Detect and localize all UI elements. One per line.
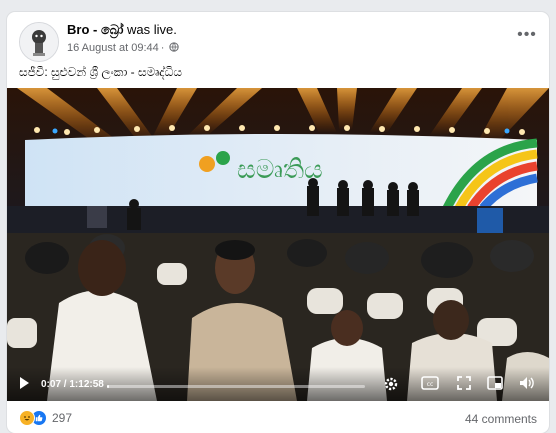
settings-icon[interactable] xyxy=(383,376,399,397)
duration: 1:12:58 xyxy=(69,379,104,390)
globe-icon xyxy=(169,42,180,55)
play-icon[interactable] xyxy=(17,376,31,395)
post-date[interactable]: 16 August at 09:44 xyxy=(67,42,159,54)
more-options-button[interactable]: ••• xyxy=(515,27,539,48)
post-footer: 297 44 comments xyxy=(7,401,549,433)
video-player[interactable]: සමෘතිය 0:07 / 1:12:58 cc xyxy=(7,88,549,401)
fullscreen-icon[interactable] xyxy=(457,376,471,395)
avatar[interactable] xyxy=(19,22,59,62)
live-post-card: Bro - බ්‍රෝ was live. 16 August at 09:44… xyxy=(7,12,549,433)
svg-text:cc: cc xyxy=(427,381,434,388)
volume-icon[interactable] xyxy=(519,376,535,395)
haha-reaction-icon xyxy=(19,410,35,426)
current-time: 0:07 xyxy=(41,379,62,390)
miniplayer-icon[interactable] xyxy=(487,376,503,395)
author-line: Bro - බ්‍රෝ was live. xyxy=(67,22,177,38)
progress-fill xyxy=(107,385,109,388)
video-frame: සමෘතිය xyxy=(7,88,549,401)
comments-count[interactable]: 44 comments xyxy=(465,412,537,426)
author-name[interactable]: Bro - බ්‍රෝ xyxy=(67,22,123,37)
post-text: සජීවී: සුළුවන් ශ්‍රී ලංකා - සමෘද්ධිය xyxy=(19,65,183,79)
post-meta: 16 August at 09:44 · xyxy=(67,42,180,55)
reactions-summary[interactable]: 297 xyxy=(19,410,72,426)
live-status: was live. xyxy=(123,22,177,37)
progress-bar[interactable] xyxy=(107,385,365,388)
captions-icon[interactable]: cc xyxy=(421,376,439,395)
reaction-count: 297 xyxy=(52,411,73,425)
separator-dot: · xyxy=(160,42,165,54)
time-display: 0:07 / 1:12:58 xyxy=(41,379,104,390)
post-header: Bro - බ්‍රෝ was live. 16 August at 09:44… xyxy=(7,12,549,79)
video-controls: 0:07 / 1:12:58 cc xyxy=(7,367,549,401)
